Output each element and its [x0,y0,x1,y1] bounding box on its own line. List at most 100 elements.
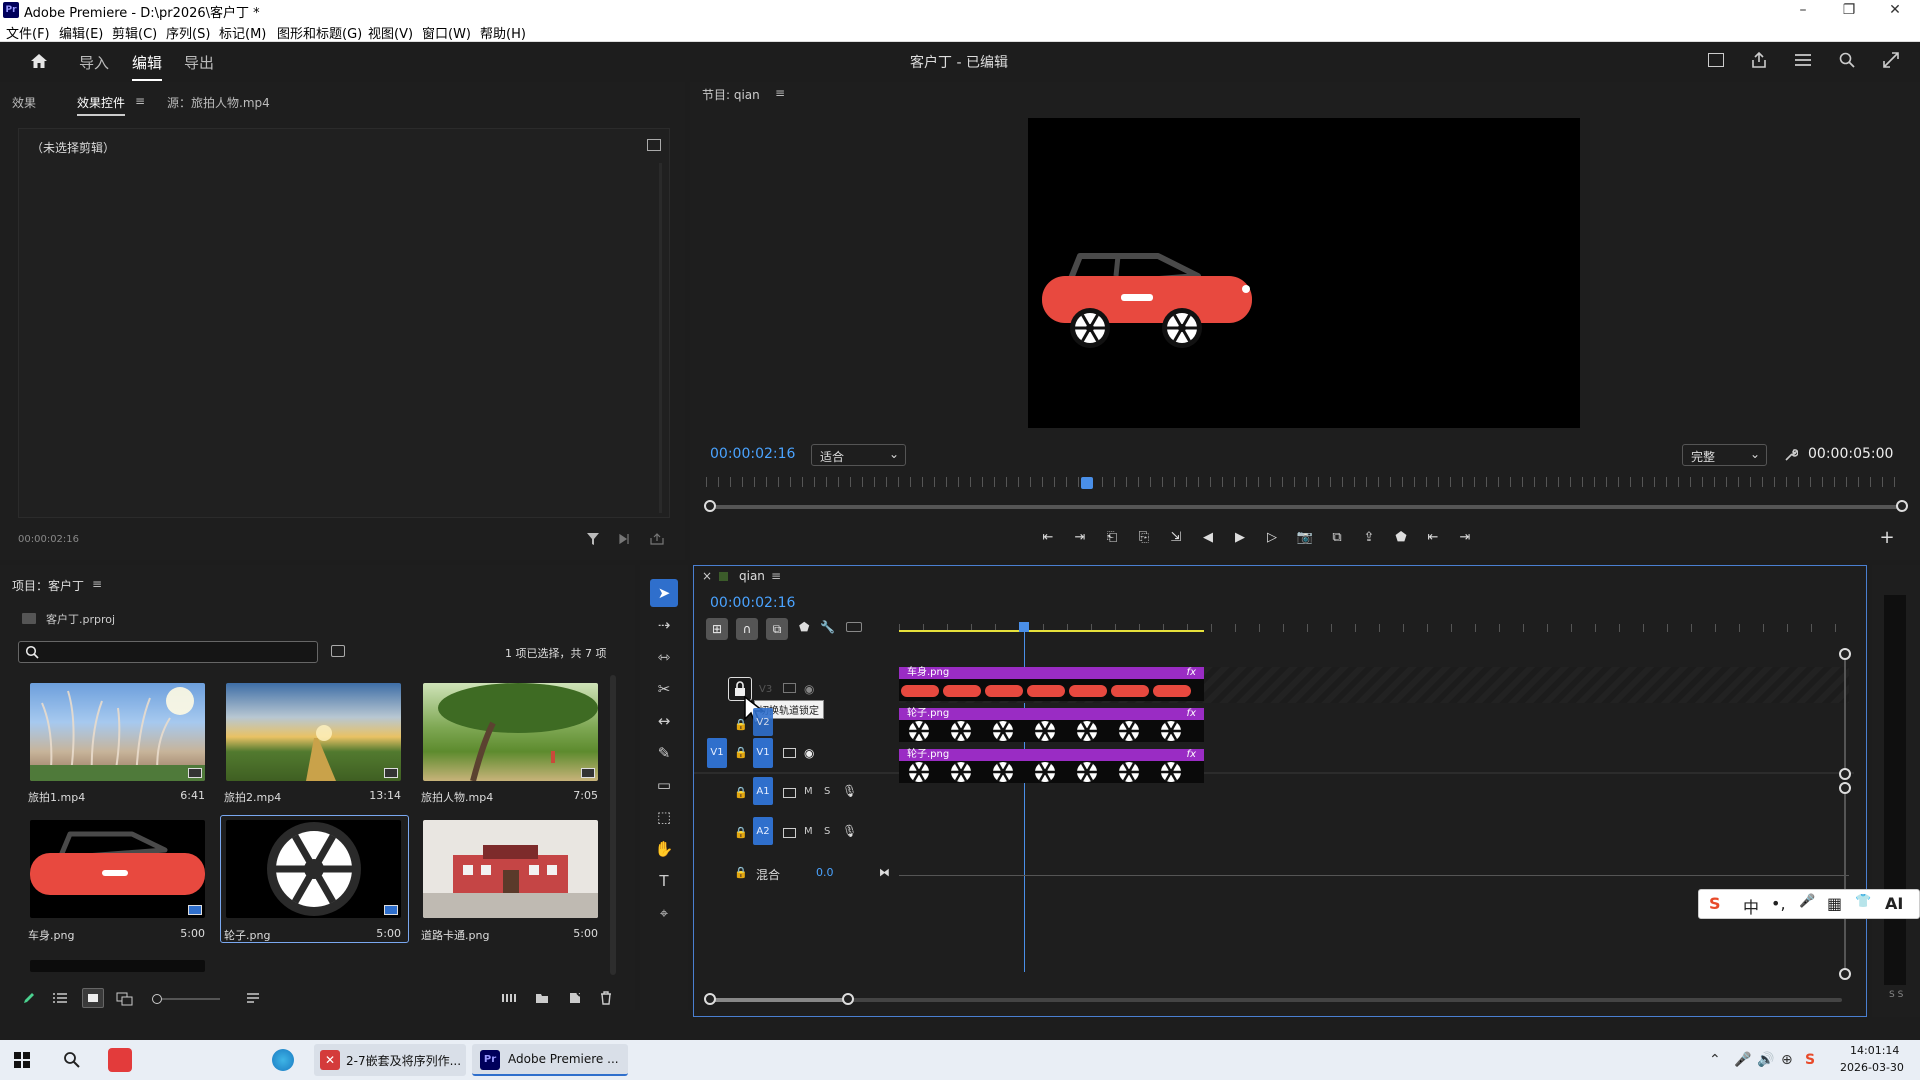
tray-chevron-icon[interactable]: ⌃ [1709,1052,1721,1068]
ime-keyboard-icon[interactable]: ▦ [1827,894,1842,913]
menu-edit[interactable]: 编辑(E) [59,23,103,42]
taskbar-date[interactable]: 2026-03-30 [1840,1061,1904,1074]
sort-icon[interactable] [246,992,260,1004]
track-target-a2[interactable]: A2 [753,817,773,845]
timeline-timecode[interactable]: 00:00:02:16 [710,595,795,611]
filter-icon[interactable] [586,532,600,546]
settings-wrench-icon[interactable] [1784,448,1798,462]
play-audio-icon[interactable] [618,533,632,545]
program-timecode[interactable]: 00:00:02:16 [710,446,795,462]
program-playhead[interactable] [1080,477,1093,489]
hand-tool-icon[interactable]: ✋ [650,835,678,863]
trash-icon[interactable] [600,991,612,1005]
mark-in-icon[interactable]: ⇤ [1037,527,1059,549]
comparison-view-icon[interactable]: ⧉ [1326,527,1348,549]
menu-graphics[interactable]: 图形和标题(G) [277,23,362,42]
timeline-playhead-head[interactable] [1019,622,1029,632]
zoom-handle-left[interactable] [704,993,716,1005]
zoom-select[interactable]: 适合 ⌄ [811,444,906,466]
selection-tool-icon[interactable]: ➤ [650,579,678,607]
search-icon[interactable] [63,1051,81,1069]
thumbnail-partial[interactable] [30,960,205,972]
mute-button[interactable]: M [804,786,813,797]
ime-punctuation-icon[interactable]: •, [1771,894,1786,913]
export-frame-icon[interactable]: 📷 [1294,527,1316,549]
tab-effect-controls[interactable]: 效果控件 [77,94,126,116]
search-input[interactable] [18,641,318,663]
track-target-v1[interactable]: V1 [753,738,773,768]
button-editor-icon[interactable]: + [1876,527,1898,549]
nest-toggle-icon[interactable]: ⊞ [706,618,728,640]
scroll-handle[interactable] [1839,968,1851,980]
scroll-handle[interactable] [1839,648,1851,660]
mask-tool-icon[interactable]: ⬚ [650,803,678,831]
track-target-a1[interactable]: A1 [753,777,773,805]
new-search-bin-icon[interactable] [331,645,345,657]
lock-track-toggle-v1[interactable]: 🔒 [734,746,748,759]
clear-in-icon[interactable]: ⎘ [1133,527,1155,549]
clip-v1-header[interactable]: 轮子.png fx [899,749,1204,761]
thumbnail-lunzi[interactable] [226,820,401,918]
home-icon[interactable] [30,52,48,70]
menu-sequence[interactable]: 序列(S) [166,23,210,42]
automate-to-sequence-icon[interactable] [502,993,518,1003]
captions-icon[interactable] [846,622,862,632]
clip-v3-header[interactable]: 车身.png fx [899,667,1204,679]
insert-icon[interactable]: ⇤ [1422,527,1444,549]
rectangle-tool-icon[interactable]: ▭ [650,771,678,799]
eye-icon[interactable]: ◉ [804,746,814,760]
sync-lock-icon[interactable] [783,748,796,758]
mute-button[interactable]: M [804,826,813,837]
share-icon[interactable] [1750,51,1768,69]
program-ruler[interactable] [706,477,1896,487]
tray-volume-icon[interactable]: 🔊 [1757,1052,1774,1068]
slip-tool-icon[interactable]: ↔ [650,707,678,735]
step-back-icon[interactable]: ◀ [1197,527,1219,549]
taskbar-time[interactable]: 14:01:14 [1850,1044,1899,1057]
video-scroll-track[interactable] [1844,654,1846,774]
track-select-tool-icon[interactable]: ⇢ [650,611,678,639]
zoom-slider-handle[interactable] [152,994,162,1004]
zoom-handle-right[interactable] [842,993,854,1005]
audio-scroll-track[interactable] [1844,788,1846,968]
meter-solo-labels[interactable]: S S [1889,990,1903,1000]
zoom-handle-right[interactable] [1896,500,1908,512]
tab-edit[interactable]: 编辑 [132,52,163,81]
tray-mic-icon[interactable]: 🎤 [1734,1052,1751,1068]
timeline-close-icon[interactable]: × [702,569,712,583]
program-zoom-bar[interactable] [710,505,1900,509]
program-monitor-menu-icon[interactable]: ≡ [775,86,785,100]
export-icon[interactable] [650,533,664,545]
microphone-icon[interactable]: 🎙 [842,824,857,838]
work-area-bar[interactable] [899,630,1204,632]
go-to-in-icon[interactable]: ⎗ [1101,527,1123,549]
menu-help[interactable]: 帮助(H) [480,23,526,42]
ripple-edit-tool-icon[interactable]: ⇿ [650,643,678,671]
icon-view-icon[interactable] [82,988,104,1008]
tab-import[interactable]: 导入 [79,52,109,73]
step-forward-icon[interactable]: ▷ [1261,527,1283,549]
microphone-icon[interactable]: 🎙 [842,784,857,798]
timeline-settings-icon[interactable]: 🔧 [820,620,835,634]
minimize-button[interactable]: – [1780,0,1826,20]
zoom-slider-track[interactable] [162,998,220,1000]
menu-window[interactable]: 窗口(W) [422,23,471,42]
eye-icon[interactable]: ◉ [804,682,814,696]
overwrite-icon[interactable]: ⇥ [1454,527,1476,549]
clip-v3-body[interactable] [899,679,1204,701]
add-marker-icon[interactable]: ⬟ [1390,527,1412,549]
workspace-layout-icon[interactable] [1708,53,1724,67]
lift-icon[interactable]: ⇪ [1358,527,1380,549]
go-to-out-icon[interactable]: ⇲ [1165,527,1187,549]
zoom-handle-left[interactable] [704,500,716,512]
timeline-zoom-bar[interactable] [712,998,1842,1002]
sync-lock-icon[interactable] [783,828,796,838]
mark-out-icon[interactable]: ⇥ [1069,527,1091,549]
list-view-icon[interactable] [52,992,68,1004]
new-bin-icon[interactable] [535,992,549,1004]
thumbnail-lupai-renwu[interactable] [423,683,598,781]
ime-skin-icon[interactable]: 👕 [1855,894,1871,909]
maximize-button[interactable]: ❐ [1826,0,1872,20]
menu-clip[interactable]: 剪辑(C) [112,23,157,42]
ime-language-toggle[interactable]: 中 [1743,894,1759,918]
